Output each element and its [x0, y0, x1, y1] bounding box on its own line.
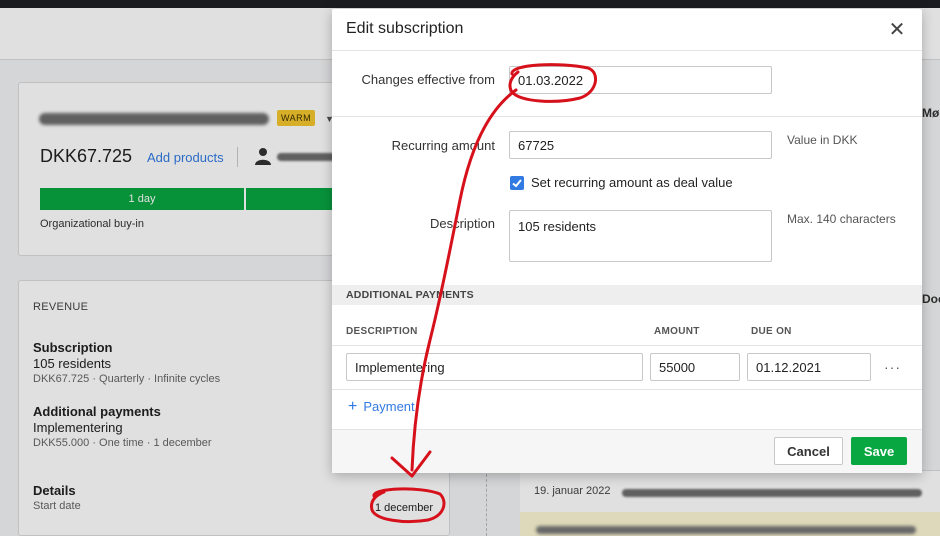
save-button[interactable]: Save — [851, 437, 907, 465]
column-description: DESCRIPTION — [346, 326, 418, 337]
description-label: Description — [429, 216, 495, 231]
close-icon[interactable]: ✕ — [884, 17, 910, 43]
deal-value-checkbox[interactable] — [510, 176, 524, 190]
recurring-amount-input[interactable] — [509, 131, 772, 159]
plus-icon: + — [348, 398, 358, 415]
column-due-on: DUE ON — [751, 326, 792, 337]
payment-description-input[interactable] — [346, 353, 643, 381]
effective-date-label: Changes effective from — [361, 72, 495, 87]
section-divider — [332, 389, 922, 390]
payment-row-menu[interactable]: ··· — [884, 359, 901, 375]
check-icon — [512, 179, 522, 188]
edit-subscription-modal: Edit subscription ✕ Changes effective fr… — [332, 9, 922, 473]
modal-header: Edit subscription ✕ — [332, 9, 922, 51]
recurring-amount-label: Recurring amount — [391, 138, 495, 153]
effective-date-input[interactable] — [509, 66, 772, 94]
add-payment-label: Payment — [363, 399, 415, 414]
modal-footer: Cancel Save — [332, 429, 922, 473]
recurring-amount-hint: Value in DKK — [787, 133, 858, 147]
modal-title: Edit subscription — [346, 20, 464, 37]
additional-payments-header: ADDITIONAL PAYMENTS — [332, 285, 922, 305]
cancel-button[interactable]: Cancel — [774, 437, 843, 465]
column-amount: AMOUNT — [654, 326, 700, 337]
deal-value-checkbox-label[interactable]: Set recurring amount as deal value — [531, 175, 733, 190]
payment-amount-input[interactable] — [650, 353, 740, 381]
additional-payments-heading: ADDITIONAL PAYMENTS — [346, 289, 474, 301]
section-divider — [332, 345, 922, 346]
payment-due-date-input[interactable] — [747, 353, 871, 381]
description-hint: Max. 140 characters — [787, 212, 896, 226]
add-payment-button[interactable]: + Payment — [348, 398, 415, 416]
section-divider — [332, 116, 922, 117]
description-textarea[interactable]: 105 residents — [509, 210, 772, 262]
